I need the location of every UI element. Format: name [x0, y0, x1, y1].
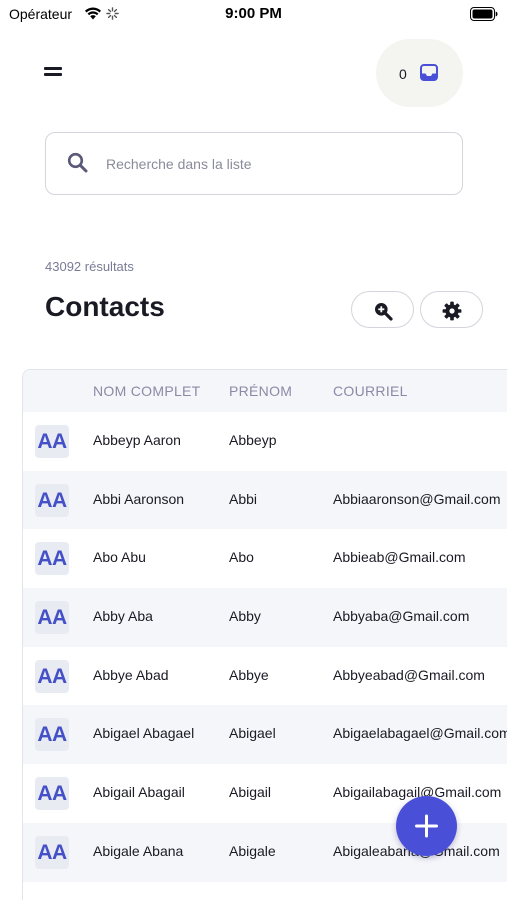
cell-full-name: Abbi Aaronson — [93, 490, 185, 507]
table-row[interactable]: AA Abo Abu Abo Abbieab@Gmail.com — [23, 529, 507, 588]
search-box[interactable] — [45, 132, 463, 195]
settings-button[interactable] — [420, 291, 483, 328]
cell-email: Abigaelabagael@Gmail.com — [333, 725, 507, 742]
cell-full-name: Abigale Abana — [93, 842, 184, 859]
cell-first-name: Abigale — [229, 842, 276, 859]
inbox-tray-icon — [420, 64, 438, 81]
avatar: AA — [35, 542, 69, 576]
table-row[interactable]: AA Abby Aba Abby Abbyaba@Gmail.com — [23, 588, 507, 647]
avatar: AA — [35, 835, 69, 869]
cell-full-name: Abbeyp Aaron — [93, 432, 181, 448]
cell-first-name: Abigael — [229, 725, 276, 742]
search-icon — [67, 152, 88, 173]
avatar: AA — [35, 601, 69, 635]
plus-icon — [415, 814, 438, 838]
search-plus-icon — [375, 303, 393, 321]
cell-email: Abbyeabad@Gmail.com — [333, 666, 485, 683]
table-row[interactable]: AA Abigael Abagael Abigael Abigaelabagael@G… — [23, 705, 507, 765]
table-header: NOM COMPLET PRÉNOM COURRIEL — [23, 370, 507, 412]
cell-full-name: Abbye Abad — [93, 666, 169, 683]
cell-full-name: Abigael Abagael — [93, 725, 195, 742]
cell-full-name: Abo Abu — [93, 549, 146, 566]
cell-first-name: Abbeyp — [229, 432, 277, 448]
avatar: AA — [35, 425, 69, 458]
cell-first-name: Abbye — [229, 666, 269, 683]
cell-first-name: Abby — [229, 608, 261, 625]
column-header-email[interactable]: COURRIEL — [333, 383, 408, 399]
hamburger-icon — [44, 67, 62, 70]
result-count: 43092 résultats — [45, 259, 134, 274]
cell-full-name: Abby Aba — [93, 608, 153, 625]
table-row[interactable]: AA Abbi Aaronson Abbi Abbiaaronson@Gmail.co… — [23, 470, 507, 530]
column-header-full-name[interactable]: NOM COMPLET — [93, 383, 201, 399]
inbox-button[interactable]: 0 — [376, 39, 463, 107]
column-header-first-name[interactable]: PRÉNOM — [229, 383, 292, 399]
table-row[interactable]: AA Abbye Abad Abbye Abbyeabad@Gmail.com — [23, 647, 507, 706]
cell-email: Abbyaba@Gmail.com — [333, 608, 470, 625]
avatar: AA — [35, 718, 69, 752]
inbox-count: 0 — [399, 66, 407, 82]
advanced-search-button[interactable] — [351, 291, 414, 328]
cell-full-name: Abigail Abagail — [93, 784, 185, 801]
avatar: AA — [35, 777, 69, 811]
avatar: AA — [35, 659, 69, 693]
cell-email: Abbiaaronson@Gmail.com — [333, 490, 501, 507]
hamburger-icon-bar — [44, 73, 62, 76]
menu-button[interactable] — [40, 62, 68, 84]
table-row[interactable]: AA Abbeyp Aaron Abbeyp — [23, 412, 507, 471]
page-title: Contacts — [45, 291, 165, 322]
cell-first-name: Abbi — [229, 490, 258, 507]
cell-first-name: Abigail — [229, 784, 272, 801]
battery-icon — [470, 7, 498, 21]
cell-first-name: Abo — [229, 549, 254, 566]
clock: 9:00 PM — [225, 5, 282, 22]
add-contact-button[interactable] — [396, 796, 457, 856]
gear-icon — [442, 301, 462, 321]
status-bar: Opérateur 9:00 PM — [0, 0, 507, 28]
cell-email: Abbieab@Gmail.com — [333, 549, 466, 566]
avatar: AA — [35, 483, 69, 517]
search-input[interactable] — [106, 149, 446, 179]
